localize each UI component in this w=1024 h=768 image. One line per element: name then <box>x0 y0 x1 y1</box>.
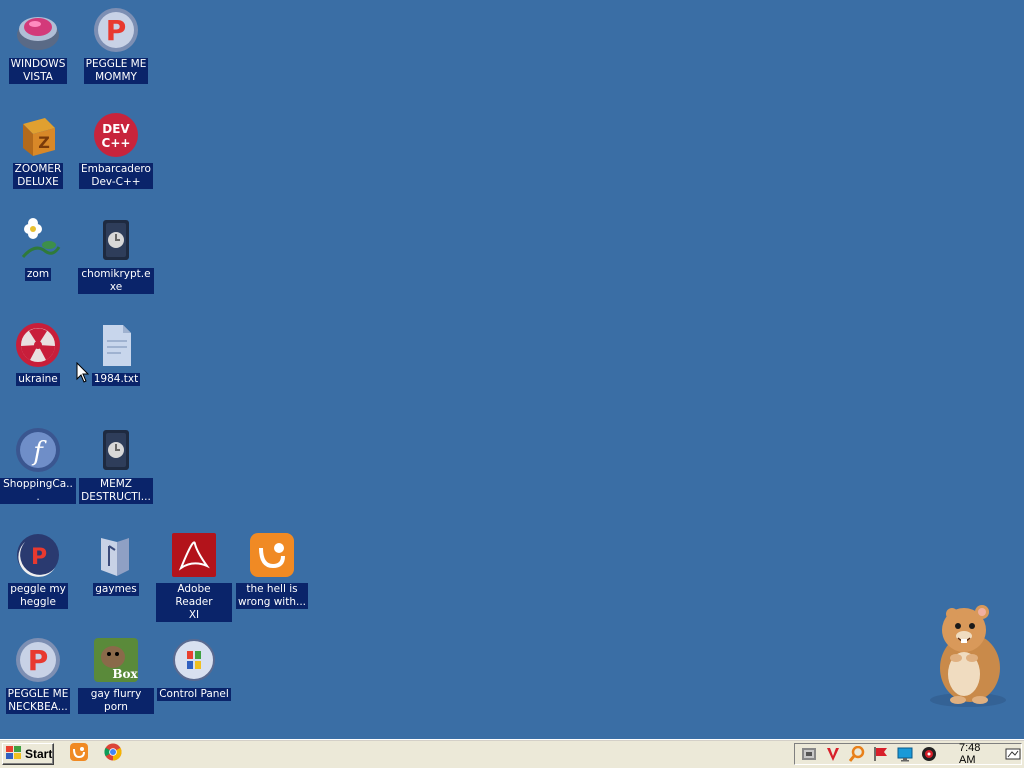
desktop-icon-label: peggle my heggle <box>8 583 68 609</box>
exe-file-icon <box>92 426 140 474</box>
desktop-icon-label: Adobe Reader XI <box>156 583 232 622</box>
quick-launch-chrome[interactable] <box>104 743 122 765</box>
windows-vista-orb-icon <box>14 6 62 54</box>
hamster-desktop-buddy[interactable] <box>918 600 1010 716</box>
desktop-icon-chomikrypt[interactable]: chomikrypt.exe <box>78 216 154 294</box>
desktop-icon-gaymes[interactable]: gaymes <box>78 531 154 596</box>
control-panel-icon <box>170 636 218 684</box>
mouse-cursor <box>76 361 90 388</box>
clock[interactable]: 7:48 AM <box>959 742 987 766</box>
desktop-icon-label: PEGGLE ME NECKBEA... <box>5 688 71 714</box>
desktop-icon-ukraine[interactable]: ukraine <box>0 321 76 386</box>
desktop-icon-gay-flurry[interactable]: Box gay flurry porn <box>78 636 154 714</box>
desktop-icon-label: PEGGLE ME MOMMY <box>83 58 149 84</box>
desktop-icon-label: ShoppingCa... <box>0 478 76 504</box>
desktop-icon-label: Control Panel <box>157 688 231 701</box>
desktop-icon-label: gaymes <box>93 583 139 596</box>
desktop-icon-label: WINDOWS VISTA <box>8 58 68 84</box>
svg-text:Z: Z <box>38 133 50 152</box>
chrome-icon <box>104 743 122 765</box>
exe-file-icon <box>92 216 140 264</box>
desktop-icon-label: Embarcadero Dev-C++ <box>79 163 153 189</box>
svg-text:UC: UC <box>267 555 279 564</box>
radiation-icon <box>14 321 62 369</box>
desktop-icon-label: 1984.txt <box>91 373 141 386</box>
devcpp-icon: DEV C++ <box>92 111 140 159</box>
svg-text:DEV: DEV <box>102 122 130 136</box>
text-file-icon <box>92 321 140 369</box>
desktop-icon-label: zom <box>24 268 52 281</box>
monitor-icon[interactable] <box>897 746 913 762</box>
uc-browser-icon <box>70 743 88 765</box>
desktop-icon-peggle-my-heggle[interactable]: P peggle my heggle <box>0 531 76 609</box>
desktop[interactable]: WINDOWS VISTA P PEGGLE ME MOMMY Z ZOOMER… <box>0 0 1024 740</box>
adobe-reader-icon <box>170 531 218 579</box>
uc-browser-icon: UC <box>248 531 296 579</box>
taskbar: Start 7:48 AM <box>0 739 1024 768</box>
desktop-icon-peggle-me-mommy[interactable]: P PEGGLE ME MOMMY <box>78 6 154 84</box>
show-desktop-icon[interactable] <box>1005 746 1021 762</box>
desktop-icon-peggle-me-neckbea[interactable]: P PEGGLE ME NECKBEA... <box>0 636 76 714</box>
flash-icon: f <box>14 426 62 474</box>
windows-logo-icon <box>6 745 22 763</box>
desktop-icon-label: chomikrypt.exe <box>78 268 154 294</box>
svg-text:C++: C++ <box>102 136 131 150</box>
peggle-icon: P <box>14 636 62 684</box>
desktop-icon-label: the hell is wrong with... <box>235 583 309 609</box>
media-icon[interactable] <box>921 746 937 762</box>
start-button[interactable]: Start <box>2 743 54 765</box>
desktop-icon-label: ukraine <box>16 373 60 386</box>
system-tray: 7:48 AM <box>794 742 1022 766</box>
desktop-icon-zoomer-deluxe[interactable]: Z ZOOMER DELUXE <box>0 111 76 189</box>
svg-text:P: P <box>28 644 49 677</box>
flower-icon <box>14 216 62 264</box>
desktop-icon-embarcadero-devcpp[interactable]: DEV C++ Embarcadero Dev-C++ <box>78 111 154 189</box>
network-icon[interactable] <box>801 746 817 762</box>
peggle-moon-icon: P <box>14 531 62 579</box>
svg-text:P: P <box>31 545 47 570</box>
desktop-icon-label: ZOOMER DELUXE <box>12 163 64 189</box>
box-beaver-icon: Box <box>92 636 140 684</box>
flag-icon[interactable] <box>873 746 889 762</box>
antivirus-v-icon[interactable] <box>825 746 841 762</box>
zoomer-cube-icon: Z <box>14 111 62 159</box>
desktop-icon-shoppingcart[interactable]: f ShoppingCa... <box>0 426 76 504</box>
desktop-icon-windows-vista[interactable]: WINDOWS VISTA <box>0 6 76 84</box>
start-label: Start <box>25 747 53 761</box>
search-tool-icon[interactable] <box>849 746 865 762</box>
desktop-icon-adobe-reader[interactable]: Adobe Reader XI <box>156 531 232 622</box>
desktop-icon-zom[interactable]: zom <box>0 216 76 281</box>
desktop-icon-label: gay flurry porn <box>78 688 154 714</box>
peggle-icon: P <box>92 6 140 54</box>
desktop-icon-control-panel[interactable]: Control Panel <box>156 636 232 701</box>
desktop-icon-the-hell-is-wrong[interactable]: UC the hell is wrong with... <box>234 531 310 609</box>
folder-icon <box>92 531 140 579</box>
svg-text:P: P <box>106 14 127 47</box>
desktop-icon-memz[interactable]: MEMZ DESTRUCTI... <box>78 426 154 504</box>
svg-text:Box: Box <box>112 667 138 681</box>
quick-launch-uc-browser[interactable] <box>70 743 88 765</box>
desktop-icon-label: MEMZ DESTRUCTI... <box>79 478 153 504</box>
